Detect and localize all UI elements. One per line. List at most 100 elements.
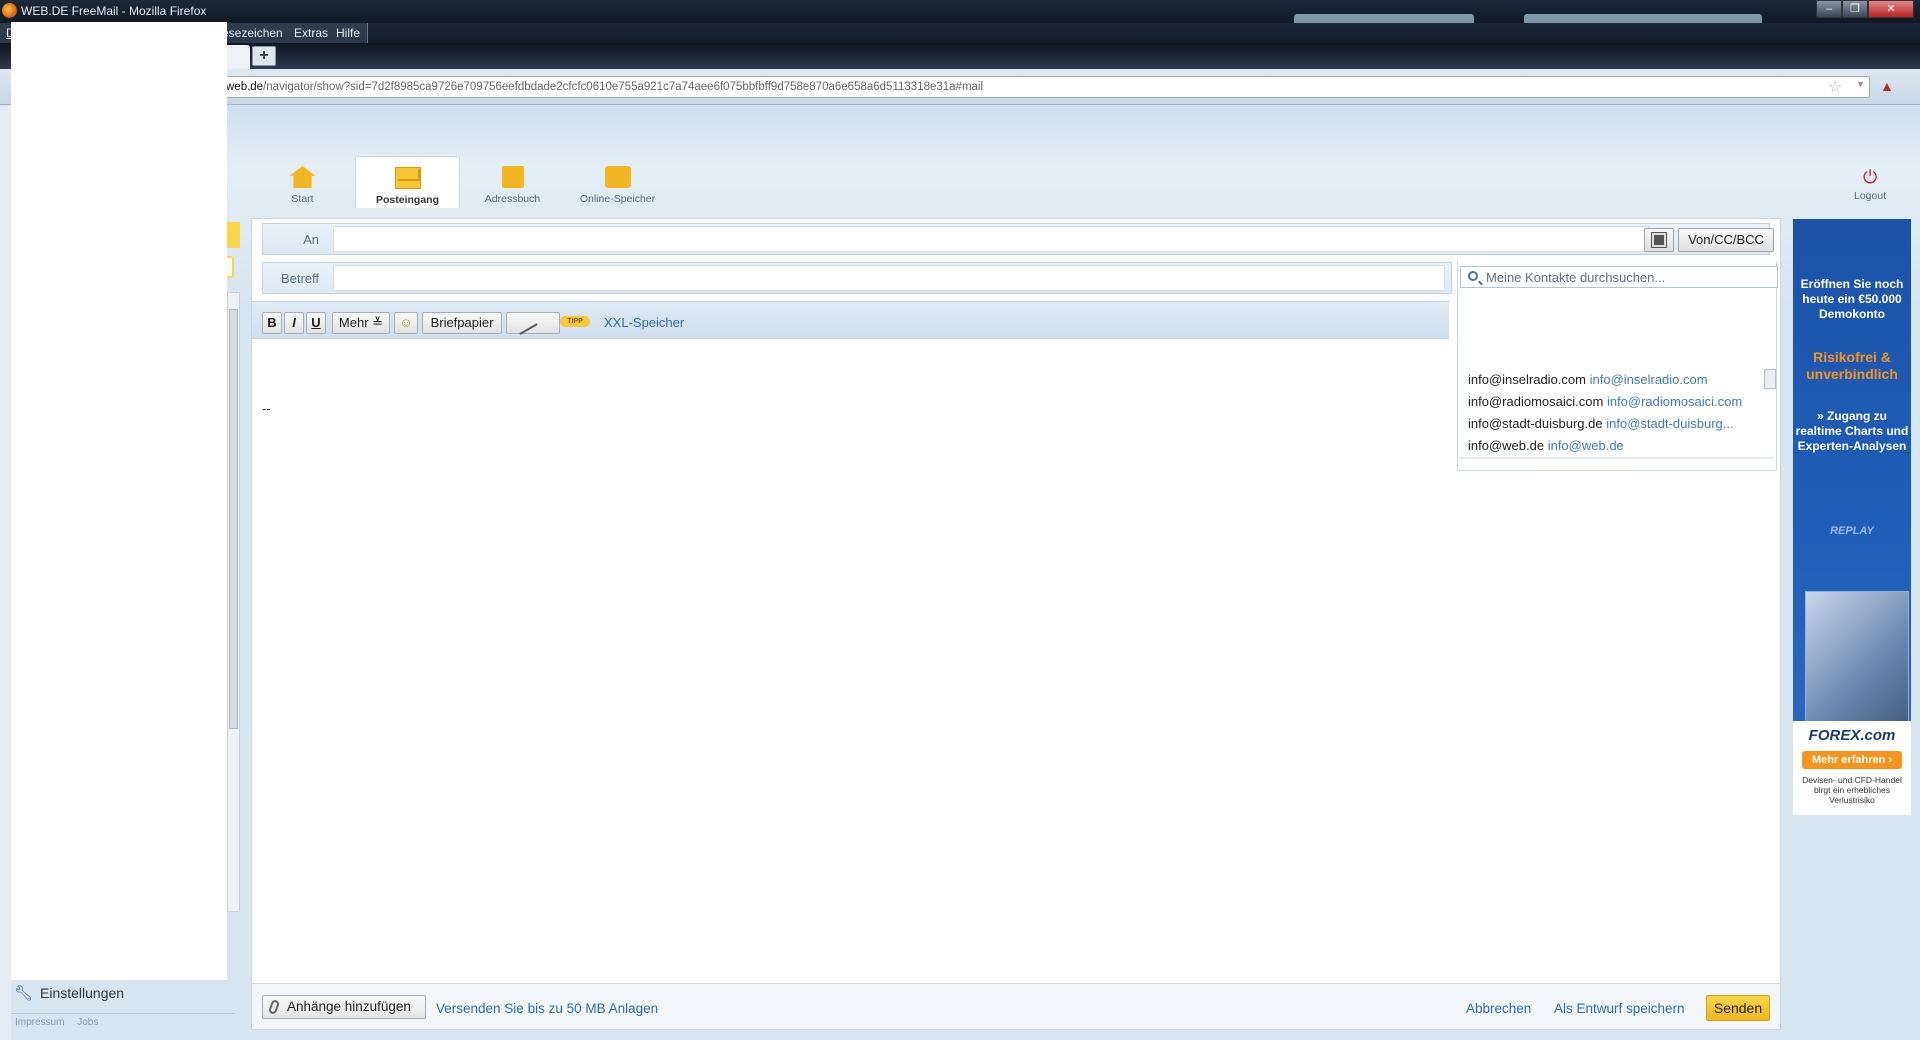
paperclip-icon [267,999,281,1015]
footer-links: Impressum Jobs [15,1017,108,1028]
ad-feature: » Zugang zu realtime Charts und Experten… [1795,409,1909,453]
settings-label: Einstellungen [40,985,125,1001]
logout-button[interactable]: ⏻ Logout [1854,168,1886,202]
signature-button[interactable] [506,311,560,335]
addressbook-icon [501,166,524,188]
format-toolbar: B I U Mehr ≚ ☺ Briefpapier TIPP XXL-Spei… [252,301,1449,339]
mehr-label: Mehr [338,315,369,330]
ad-more-button[interactable]: Mehr erfahren › [1802,751,1902,769]
bookmark-star-icon[interactable]: ☆ [1828,77,1842,97]
nav-online-speicher[interactable]: Online-Speicher [565,156,670,208]
contact-item[interactable]: info@stadt-duisburg.de info@stadt-duisbu… [1458,413,1774,435]
underline-button[interactable]: U [306,312,326,334]
left-popup-pane [11,22,227,980]
contacts-search-input[interactable]: Meine Kontakte durchsuchen... [1460,266,1778,288]
to-label: An [303,232,319,247]
ad-screenshot-image [1805,591,1909,733]
contact-name: info@inselradio.com [1468,372,1586,387]
von-cc-bcc-button[interactable]: Von/CC/BCC [1678,228,1774,252]
ad-disclaimer: Devisen- und CFD-Handel birgt ein erhebl… [1802,775,1902,805]
cancel-link[interactable]: Abbrechen [1466,1001,1531,1016]
menu-item-extras[interactable]: Extras [294,26,328,40]
close-button[interactable]: ✕ [1868,0,1914,18]
nav-label: Start [291,193,314,205]
new-tab-button[interactable]: + [252,46,276,66]
ad-brand-logo: FOREX.com [1808,727,1896,744]
tabs-bar: + [0,43,1920,69]
contacts-list: info@inselradio.com info@inselradio.com … [1458,369,1774,459]
ad-headline: Eröffnen Sie noch heute ein €50.000 Demo… [1800,277,1904,321]
nav-start[interactable]: Start [250,156,355,208]
attach-label: Anhänge hinzufügen [287,999,411,1014]
attach-hint-link[interactable]: Versenden Sie bis zu 50 MB Anlagen [436,1001,658,1016]
contacts-scrollbar[interactable] [1764,369,1776,389]
contact-item[interactable]: info@web.de info@web.de [1458,435,1774,457]
advertisement[interactable]: Eröffnen Sie noch heute ein €50.000 Demo… [1793,219,1911,815]
wrench-icon: 🔧︎ [14,985,34,1002]
search-icon [1468,271,1478,281]
mail-icon [394,167,421,189]
nav-adressbuch[interactable]: Adressbuch [460,156,565,208]
chevron-down-icon: ≚ [372,315,384,330]
subject-input[interactable] [333,265,1445,291]
contact-email: info@web.de [1547,438,1624,453]
window-controls: – ❐ ✕ [1816,0,1914,18]
xxl-speicher-link[interactable]: XXL-Speicher [604,315,684,330]
send-button[interactable]: Senden [1706,995,1770,1021]
ad-tagline: Risikofrei & unverbindlich [1806,349,1898,382]
power-icon: ⏻ [1862,167,1878,187]
contact-item[interactable]: info@inselradio.com info@inselradio.com [1458,369,1774,391]
url-host: web.de [226,81,264,93]
url-dropdown-icon[interactable]: ▼ [1856,79,1865,89]
message-body[interactable]: -- [262,401,271,416]
contact-email: info@radiomosaici.com [1606,394,1743,409]
contact-email: info@stadt-duisburg... [1606,416,1734,431]
settings-link[interactable]: 🔧︎ Einstellungen [14,984,124,1002]
contact-email: info@inselradio.com [1589,372,1708,387]
contact-name: info@web.de [1468,438,1545,453]
addon-icon[interactable]: ▲ [1880,78,1898,94]
contact-name: info@radiomosaici.com [1468,394,1604,409]
pen-icon [512,311,538,335]
to-row: An Von/CC/BCC [262,223,1774,255]
nav-label: Online-Speicher [579,193,656,205]
maximize-button[interactable]: ❐ [1842,0,1868,18]
folder-scrollbar[interactable] [227,292,240,912]
scrollbar-thumb[interactable] [229,309,238,729]
ad-replay[interactable]: REPLAY [1793,525,1911,537]
italic-button[interactable]: I [284,312,304,334]
contact-item[interactable]: info@radiomosaici.com info@radiomosaici.… [1458,391,1774,413]
nav-label: Adressbuch [484,193,541,205]
to-input[interactable] [333,226,1649,252]
logout-label: Logout [1854,190,1887,202]
window-title: WEB.DE FreeMail - Mozilla Firefox [21,4,207,18]
smiley-icon: ☺ [399,315,413,330]
save-draft-link[interactable]: Als Entwurf speichern [1554,1001,1685,1016]
emoji-button[interactable]: ☺ [394,312,418,334]
attach-button[interactable]: Anhänge hinzufügen [262,995,426,1019]
minimize-button[interactable]: – [1816,0,1842,18]
contact-card-icon [1651,232,1667,248]
url-bar[interactable]: web.de/navigator/show?sid=7d2f8985ca9726… [215,76,1870,98]
briefpapier-button[interactable]: Briefpapier [422,312,502,334]
compose-panel: An Von/CC/BCC Betreff B I U Mehr ≚ ☺ Bri… [251,218,1781,1030]
app-navigation: Start Posteingang Adressbuch Online-Spei… [250,156,670,208]
footer-link-impressum[interactable]: Impressum [15,1017,64,1028]
contact-name: info@stadt-duisburg.de [1468,416,1603,431]
subject-label: Betreff [280,271,319,286]
addressbook-button[interactable] [1644,228,1674,252]
search-placeholder: Meine Kontakte durchsuchen... [1486,270,1666,285]
mehr-dropdown[interactable]: Mehr ≚ [332,312,390,334]
footer-link-jobs[interactable]: Jobs [77,1017,98,1028]
navigation-bar: web.de/navigator/show?sid=7d2f8985ca9726… [0,69,1920,105]
menu-item-lesezeichen[interactable]: esezeichen [222,26,283,40]
bold-button[interactable]: B [262,312,282,334]
home-icon [289,166,316,188]
nav-posteingang[interactable]: Posteingang [355,156,460,208]
menu-item-hilfe[interactable]: Hilfe [336,26,360,40]
contact-item-highlighted[interactable] [1458,457,1774,459]
tipp-badge: TIPP [560,316,590,327]
left-strip [0,106,11,1040]
nav-label: Posteingang [375,194,439,206]
ad-footer: FOREX.com Mehr erfahren › Devisen- und C… [1793,721,1911,815]
